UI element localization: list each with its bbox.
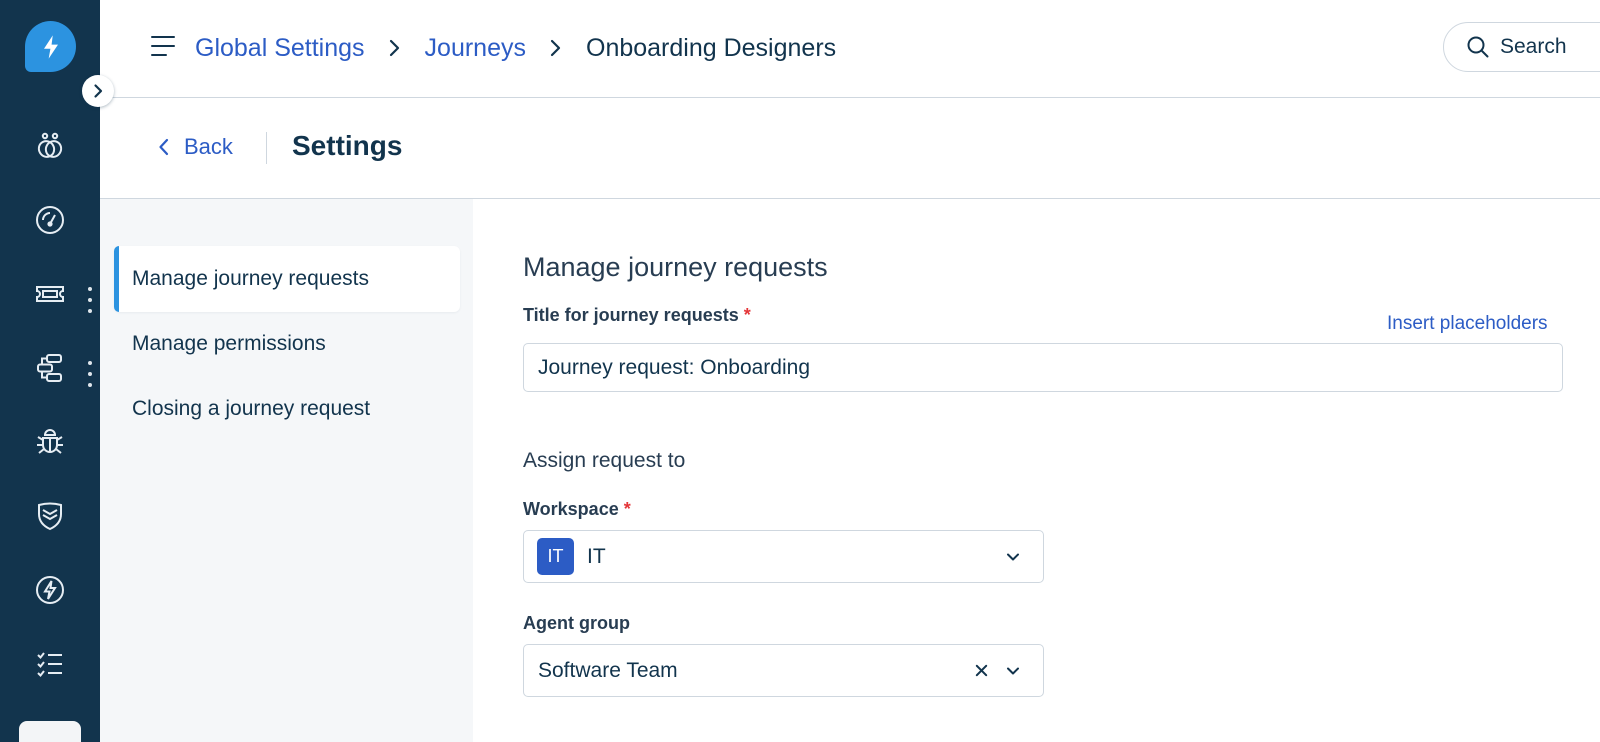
back-button[interactable]: Back (158, 134, 233, 160)
shield-icon[interactable] (32, 498, 68, 534)
tickets-more-icon[interactable] (84, 287, 96, 313)
agent-group-select[interactable]: Software Team (523, 644, 1044, 697)
app-rail (0, 0, 100, 742)
dashboard-icon[interactable] (32, 202, 68, 238)
rail-bottom-card[interactable] (19, 721, 81, 742)
section-title: Manage journey requests (523, 252, 828, 282)
app-logo-icon[interactable] (25, 21, 76, 72)
workspace-value: IT (587, 544, 606, 568)
checklist-icon[interactable] (32, 646, 68, 682)
breadcrumb-global-settings[interactable]: Global Settings (195, 34, 365, 63)
workspace-label: Workspace * (523, 499, 631, 520)
title-field-label: Title for journey requests * (523, 305, 751, 326)
workspace-select[interactable]: IT IT (523, 530, 1044, 583)
top-header: Global Settings Journeys Onboarding Desi… (100, 0, 1600, 98)
journey-title-input[interactable] (523, 343, 1563, 392)
chevron-right-icon (94, 84, 103, 98)
settings-subheader: Back Settings (100, 98, 1600, 199)
agent-group-value: Software Team (538, 658, 678, 682)
chevron-right-icon (389, 39, 401, 57)
main-content: Manage journey requests Title for journe… (473, 199, 1600, 742)
workspace-badge: IT (537, 538, 574, 575)
chevron-down-icon[interactable] (1003, 661, 1023, 681)
settings-nav: Manage journey requests Manage permissio… (100, 199, 473, 742)
workflow-more-icon[interactable] (84, 361, 96, 387)
breadcrumb-journeys[interactable]: Journeys (425, 34, 526, 63)
workflow-icon[interactable] (32, 350, 68, 386)
bolt-icon[interactable] (32, 572, 68, 608)
search-icon (1467, 36, 1489, 58)
required-marker: * (623, 499, 631, 519)
nav-item-manage-journey-requests[interactable]: Manage journey requests (114, 246, 460, 312)
title-field-label-text: Title for journey requests (523, 305, 739, 325)
clear-icon[interactable] (971, 661, 991, 681)
insert-placeholders-link[interactable]: Insert placeholders (1387, 313, 1548, 335)
expand-rail-button[interactable] (82, 75, 114, 107)
back-label: Back (184, 134, 233, 159)
divider (266, 132, 267, 164)
page-title: Settings (292, 130, 403, 161)
menu-icon[interactable] (150, 34, 176, 58)
nav-item-manage-permissions[interactable]: Manage permissions (114, 311, 460, 377)
chevron-down-icon[interactable] (1003, 547, 1023, 567)
required-marker: * (743, 305, 751, 325)
contacts-icon[interactable] (32, 128, 68, 164)
chevron-left-icon (159, 138, 169, 156)
tickets-icon[interactable] (32, 276, 68, 312)
workspace-label-text: Workspace (523, 499, 619, 519)
nav-item-closing-journey-request[interactable]: Closing a journey request (114, 376, 460, 442)
agent-group-label: Agent group (523, 613, 630, 634)
search-label: Search (1500, 35, 1567, 58)
bug-icon[interactable] (32, 424, 68, 460)
assign-request-heading: Assign request to (523, 449, 686, 472)
breadcrumb-current: Onboarding Designers (586, 33, 837, 62)
agent-group-label-text: Agent group (523, 613, 630, 633)
search-button[interactable]: Search (1443, 22, 1600, 72)
breadcrumb: Global Settings Journeys Onboarding Desi… (195, 30, 836, 66)
chevron-right-icon (550, 39, 562, 57)
